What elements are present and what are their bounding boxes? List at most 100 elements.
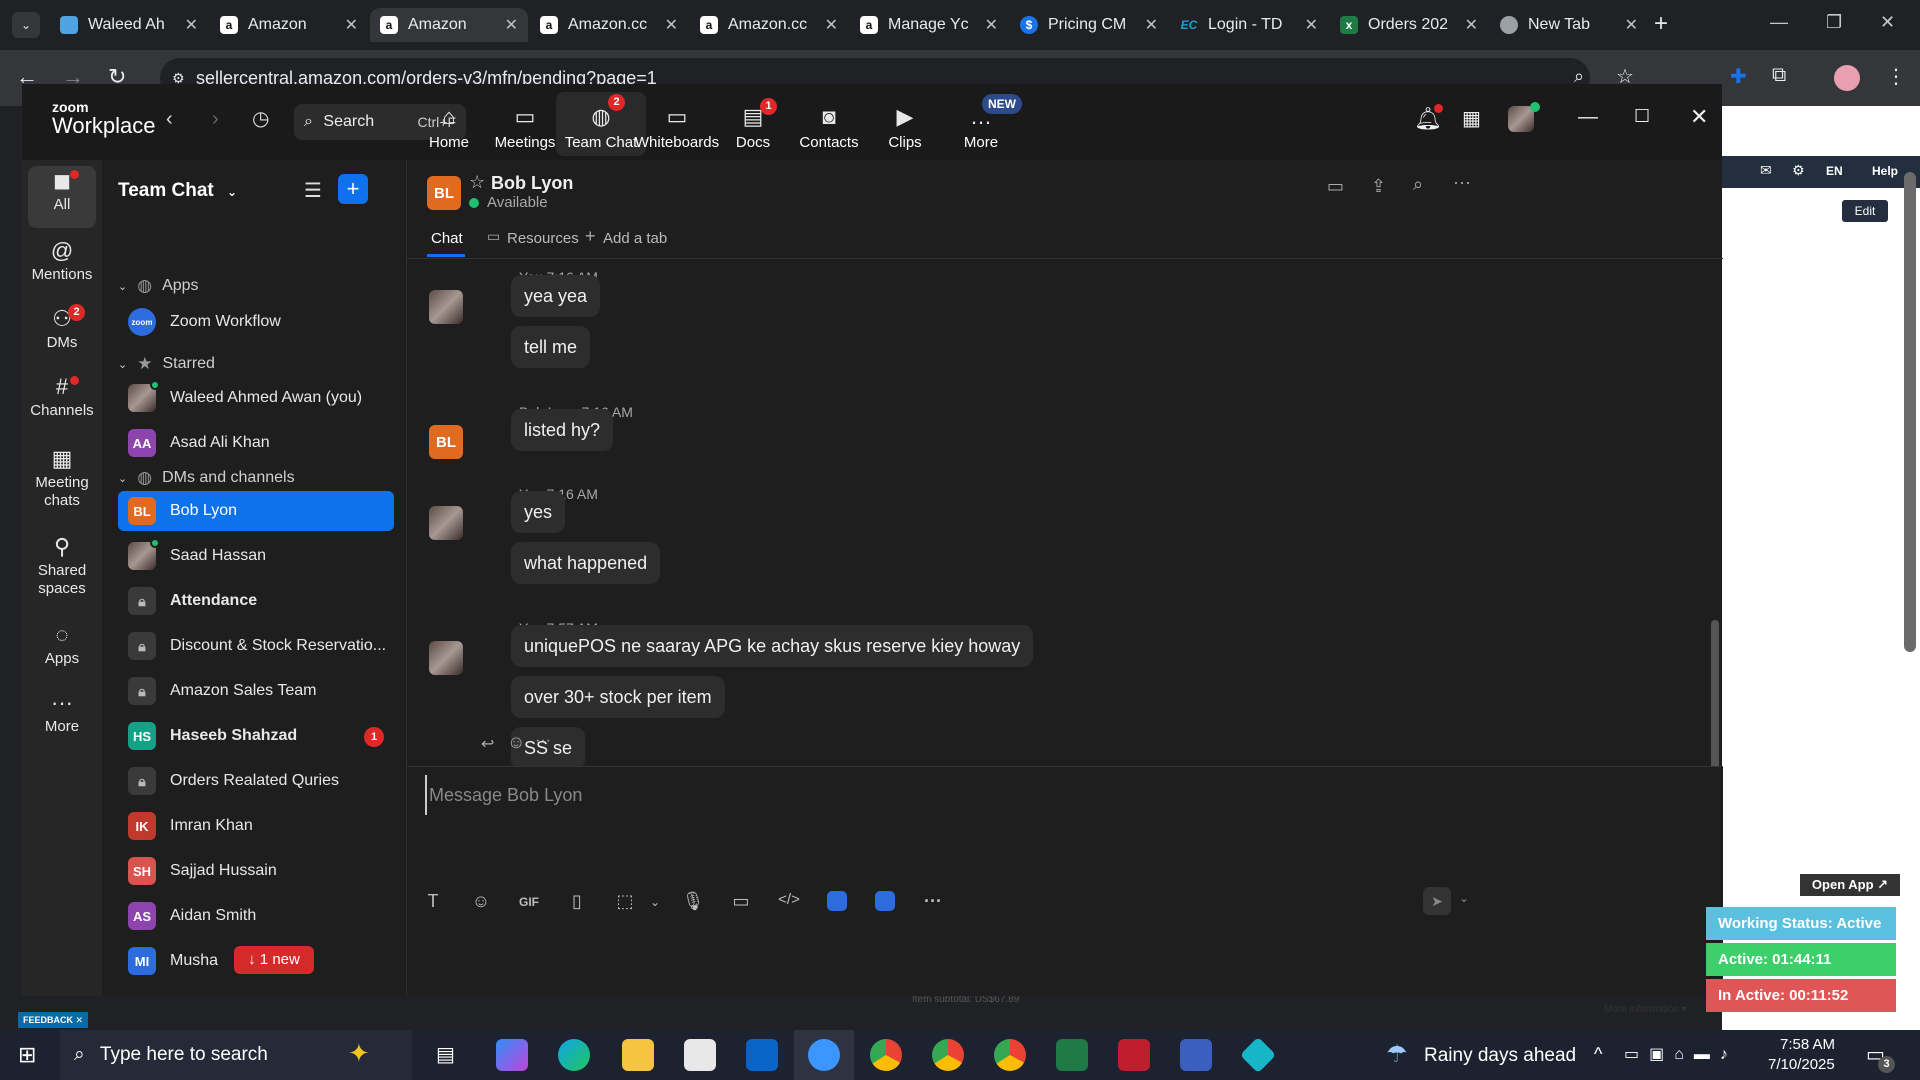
- message-scrollbar[interactable]: [1711, 620, 1719, 780]
- rail-apps[interactable]: ◌ Apps: [22, 624, 102, 668]
- gif-icon[interactable]: GIF: [515, 895, 543, 909]
- contact-name[interactable]: Bob Lyon: [491, 173, 573, 194]
- help-link[interactable]: Help: [1872, 164, 1898, 178]
- tab-close-icon[interactable]: ✕: [825, 15, 838, 35]
- send-options-icon[interactable]: ⌄: [1459, 891, 1469, 905]
- message-bubble[interactable]: tell me: [511, 326, 591, 368]
- message-bubble[interactable]: listed hy?: [511, 409, 614, 451]
- store-icon[interactable]: [684, 1039, 716, 1071]
- zoom-maximize-icon[interactable]: ☐: [1634, 106, 1650, 127]
- new-messages-pill[interactable]: ↓ 1 new: [234, 946, 314, 974]
- tab-close-icon[interactable]: ✕: [1305, 15, 1318, 35]
- compose-button[interactable]: +: [338, 174, 368, 204]
- excel-icon[interactable]: [1056, 1039, 1088, 1071]
- windows-start-icon[interactable]: ⊞: [18, 1042, 36, 1068]
- tab-search-button[interactable]: ⌄: [12, 12, 40, 38]
- reply-icon[interactable]: ↩: [481, 734, 494, 754]
- sidebar-item[interactable]: HS Haseeb Shahzad 1: [118, 716, 394, 756]
- code-icon[interactable]: </>: [775, 891, 803, 908]
- sidebar-item-zoom-workflow[interactable]: zoom Zoom Workflow: [118, 302, 394, 342]
- browser-tab[interactable]: a Amazon ✕: [210, 8, 368, 42]
- sidebar-item[interactable]: 🔒︎ Discount & Stock Reservatio...: [118, 626, 394, 666]
- message-bubble[interactable]: what happened: [511, 542, 661, 584]
- sidebar-item[interactable]: AA Asad Ali Khan: [118, 423, 394, 463]
- tab-close-icon[interactable]: ✕: [665, 15, 678, 35]
- sidebar-item[interactable]: IK Imran Khan: [118, 806, 394, 846]
- sidebar-item[interactable]: Saad Hassan: [118, 536, 394, 576]
- sidebar-title[interactable]: Team Chat ⌄: [118, 180, 237, 202]
- tab-close-icon[interactable]: ✕: [1465, 15, 1478, 35]
- share-icon[interactable]: ⇪: [1371, 176, 1386, 197]
- emoji-icon[interactable]: ☺: [467, 891, 495, 912]
- section-apps[interactable]: ⌄ ◍ Apps: [118, 276, 199, 296]
- browser-tab[interactable]: x Orders 202 ✕: [1330, 8, 1488, 42]
- rail-channels[interactable]: # Channels: [22, 376, 102, 420]
- feedback-button[interactable]: FEEDBACK ✕: [18, 1012, 88, 1028]
- tab-close-icon[interactable]: ✕: [185, 15, 198, 35]
- extension-icon[interactable]: ✚: [1730, 64, 1747, 89]
- star-icon[interactable]: ☆: [469, 172, 485, 193]
- mic-icon[interactable]: 🎙︎: [679, 891, 707, 912]
- scrollbar[interactable]: [1904, 172, 1916, 652]
- nav-more[interactable]: … More NEW: [936, 94, 1026, 151]
- sidebar-item[interactable]: BL Bob Lyon: [118, 491, 394, 531]
- browser-tab[interactable]: New Tab ✕: [1490, 8, 1648, 42]
- close-window-icon[interactable]: ✕: [1880, 12, 1895, 33]
- message-input[interactable]: Message Bob Lyon: [425, 775, 1625, 815]
- video-call-icon[interactable]: ▭: [1327, 176, 1344, 197]
- tab-close-icon[interactable]: ✕: [1145, 15, 1158, 35]
- zoom-close-icon[interactable]: ✕: [1690, 104, 1708, 130]
- message-bubble[interactable]: yea yea: [511, 275, 601, 317]
- minimize-icon[interactable]: —: [1770, 12, 1788, 33]
- forward-arrow-icon[interactable]: ›: [212, 108, 219, 131]
- message-avatar[interactable]: [429, 641, 463, 675]
- message-avatar[interactable]: BL: [429, 425, 463, 459]
- rail-mentions[interactable]: @ Mentions: [22, 240, 102, 284]
- browser-menu-icon[interactable]: ⋮: [1886, 64, 1906, 89]
- browser-tab[interactable]: a Amazon.cc ✕: [530, 8, 688, 42]
- filezilla-icon[interactable]: [1118, 1039, 1150, 1071]
- message-bubble[interactable]: uniquePOS ne saaray APG ke achay skus re…: [511, 625, 1034, 667]
- app-diamond-icon[interactable]: [1239, 1036, 1277, 1074]
- tab-close-icon[interactable]: ✕: [985, 15, 998, 35]
- more-tools-icon[interactable]: ···: [919, 891, 947, 912]
- rail-dms[interactable]: ⚇ DMs 2: [22, 304, 102, 352]
- rail-meeting-chats[interactable]: ▦ Meeting chats: [22, 448, 102, 510]
- clock-date[interactable]: 7/10/2025: [1768, 1056, 1835, 1073]
- contact-avatar[interactable]: BL: [427, 176, 461, 210]
- browser-tab[interactable]: a Manage Yc ✕: [850, 8, 1008, 42]
- new-tab-icon[interactable]: +: [1654, 10, 1668, 38]
- message-bubble[interactable]: over 30+ stock per item: [511, 676, 725, 718]
- chrome-icon-1[interactable]: [870, 1039, 902, 1071]
- tab-resources[interactable]: Resources: [507, 230, 579, 247]
- extensions-puzzle-icon[interactable]: ⧉: [1772, 64, 1786, 87]
- chat-search-icon[interactable]: ⌕: [1413, 174, 1423, 195]
- message-avatar[interactable]: [429, 290, 463, 324]
- edge-icon[interactable]: [558, 1039, 590, 1071]
- browser-tab[interactable]: a Amazon.cc ✕: [690, 8, 848, 42]
- copilot-icon[interactable]: [496, 1039, 528, 1071]
- zoom-minimize-icon[interactable]: —: [1578, 106, 1598, 129]
- message-more-icon[interactable]: ···: [535, 732, 551, 750]
- edit-button[interactable]: Edit: [1842, 200, 1888, 222]
- tray-chevron-icon[interactable]: ^: [1594, 1044, 1602, 1065]
- rail-all[interactable]: ◼ All: [22, 170, 102, 214]
- rail-more[interactable]: ··· More: [22, 692, 102, 736]
- sidebar-item[interactable]: 🔒︎ Attendance: [118, 581, 394, 621]
- mail-icon[interactable]: ✉: [1760, 162, 1772, 179]
- restore-icon[interactable]: ❐: [1826, 12, 1842, 33]
- sidebar-item[interactable]: AS Aidan Smith: [118, 896, 394, 936]
- video-message-icon[interactable]: ▭: [727, 891, 755, 912]
- file-icon[interactable]: ▯: [563, 891, 591, 912]
- section-starred[interactable]: ⌄ ★ Starred: [118, 354, 215, 374]
- chat-more-icon[interactable]: ···: [1453, 172, 1471, 193]
- tab-close-icon[interactable]: ✕: [1625, 15, 1638, 35]
- tab-add[interactable]: Add a tab: [603, 230, 667, 247]
- task-view-icon[interactable]: ▤: [436, 1042, 455, 1067]
- profile-avatar[interactable]: [1834, 65, 1860, 91]
- tab-close-icon[interactable]: ✕: [505, 15, 518, 35]
- app-icon[interactable]: [823, 891, 851, 916]
- weather-text[interactable]: Rainy days ahead: [1424, 1045, 1576, 1067]
- chrome-icon-3[interactable]: [994, 1039, 1026, 1071]
- more-info-link[interactable]: More information ▾: [1604, 1004, 1687, 1015]
